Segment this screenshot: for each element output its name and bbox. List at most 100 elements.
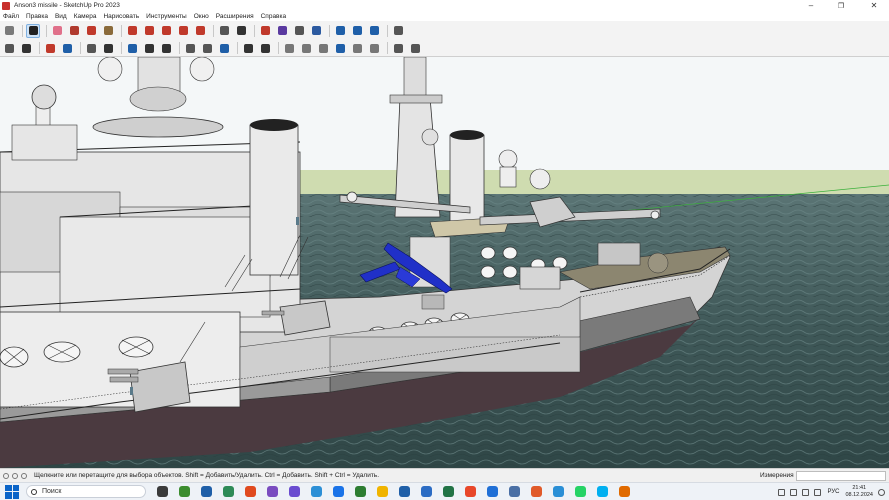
- taskbar-app-12-icon[interactable]: [421, 486, 432, 497]
- taskbar-app-2-icon[interactable]: [201, 486, 212, 497]
- account-tool-button[interactable]: [391, 24, 405, 38]
- pencil-line-tool-button[interactable]: [67, 24, 81, 38]
- taskbar-app-8-icon[interactable]: [333, 486, 344, 497]
- hex-tool-button[interactable]: [316, 41, 330, 55]
- taskbar-app-13-icon[interactable]: [443, 486, 454, 497]
- hex-blue-tool-button[interactable]: [333, 41, 347, 55]
- taskbar-app-14-icon[interactable]: [465, 486, 476, 497]
- language-indicator[interactable]: РУС: [827, 489, 839, 495]
- taskbar-app-1-icon[interactable]: [179, 486, 190, 497]
- sketchup-logo-icon: [2, 1, 10, 10]
- scale-icon: [178, 26, 188, 35]
- taskbar-app-3-icon[interactable]: [223, 486, 234, 497]
- extension-tool-button[interactable]: [350, 24, 364, 38]
- layers-tool-button[interactable]: [159, 41, 173, 55]
- tape-measure-tool-button[interactable]: [217, 24, 231, 38]
- taskbar-app-10-icon[interactable]: [377, 486, 388, 497]
- taskbar-app-21-icon[interactable]: [619, 486, 630, 497]
- line-dots-tool-button[interactable]: [258, 41, 272, 55]
- taskbar-app-5-icon[interactable]: [267, 486, 278, 497]
- settings-gear-tool-button[interactable]: [19, 41, 33, 55]
- model-viewport[interactable]: [0, 57, 889, 468]
- measurements-input[interactable]: [796, 471, 886, 481]
- taskbar-app-7-icon[interactable]: [311, 486, 322, 497]
- windows-start-button[interactable]: [5, 484, 19, 499]
- hex-tool-button[interactable]: [282, 41, 296, 55]
- taskbar-app-6-icon[interactable]: [289, 486, 300, 497]
- geo-location-icon[interactable]: [12, 472, 18, 479]
- hex-tool-button[interactable]: [299, 41, 313, 55]
- close-button[interactable]: ✕: [859, 0, 889, 11]
- clock[interactable]: 21:41 08.12.2024: [845, 485, 873, 499]
- drop-tool-button[interactable]: [125, 41, 139, 55]
- help-circle-icon[interactable]: [21, 472, 27, 479]
- zoom-extents-tool-button[interactable]: [309, 24, 323, 38]
- cloud-sync-tool-button[interactable]: [60, 41, 74, 55]
- notifications-icon[interactable]: [878, 488, 885, 496]
- select-arrow-tool-button[interactable]: [26, 23, 40, 38]
- cloud-tool-button[interactable]: [408, 41, 422, 55]
- taskbar-app-18-icon[interactable]: [553, 486, 564, 497]
- dot-tool-button[interactable]: [241, 41, 255, 55]
- hex-tool-button[interactable]: [350, 41, 364, 55]
- search-placeholder: Поиск: [42, 488, 62, 495]
- menu-item-1[interactable]: Правка: [26, 13, 48, 20]
- menu-item-5[interactable]: Инструменты: [146, 13, 187, 20]
- pan-tool-button[interactable]: [275, 24, 289, 38]
- menu-item-4[interactable]: Нарисовать: [103, 13, 139, 20]
- toolbar-separator: [278, 42, 279, 54]
- taskbar-app-20-icon[interactable]: [597, 486, 608, 497]
- hex-blue-icon: [335, 43, 345, 53]
- info-circle-icon[interactable]: [3, 472, 9, 479]
- taskbar-app-9-icon[interactable]: [355, 486, 366, 497]
- scale-tool-button[interactable]: [176, 24, 190, 38]
- offset-tool-button[interactable]: [193, 24, 207, 38]
- move-tool-button[interactable]: [142, 24, 156, 38]
- taskbar-search[interactable]: Поиск: [26, 485, 146, 498]
- orbit-tool-button[interactable]: [258, 24, 272, 38]
- paint-bucket-tool-button[interactable]: [101, 24, 115, 38]
- menu-item-8[interactable]: Справка: [261, 13, 287, 20]
- zoom-tool-button[interactable]: [292, 24, 306, 38]
- cube-tool-button[interactable]: [84, 41, 98, 55]
- toolbar-separator: [46, 24, 47, 37]
- cube-outline-tool-button[interactable]: [142, 41, 156, 55]
- cloud-upload-tool-button[interactable]: [183, 41, 197, 55]
- rotate-tool-button[interactable]: [159, 24, 173, 38]
- eraser-tool-button[interactable]: [50, 24, 64, 38]
- battery-icon[interactable]: [814, 488, 822, 496]
- cloud-tool-button[interactable]: [391, 41, 405, 55]
- hex-tool-button[interactable]: [367, 41, 381, 55]
- menu-item-2[interactable]: Вид: [55, 13, 67, 20]
- cloud-blue-tool-button[interactable]: [217, 41, 231, 55]
- network-icon[interactable]: [790, 488, 798, 496]
- hatch-tool-button[interactable]: [101, 41, 115, 55]
- menu-item-7[interactable]: Расширения: [216, 13, 254, 20]
- taskbar-app-16-icon[interactable]: [509, 486, 520, 497]
- menu-item-6[interactable]: Окно: [194, 13, 209, 20]
- taskbar-app-0-icon[interactable]: [157, 486, 168, 497]
- menu-item-3[interactable]: Камера: [74, 13, 97, 20]
- taskbar-app-4-icon[interactable]: [245, 486, 256, 497]
- pencil-line-icon: [69, 26, 79, 35]
- taskbar-app-19-icon[interactable]: [575, 486, 586, 497]
- taskbar-app-17-icon[interactable]: [531, 486, 542, 497]
- layout-tool-button[interactable]: [367, 24, 381, 38]
- secondary-toolbar: [0, 40, 889, 57]
- no-entry-tool-button[interactable]: [43, 41, 57, 55]
- push-pull-tool-button[interactable]: [125, 24, 139, 38]
- menu-item-0[interactable]: Файл: [3, 13, 19, 20]
- cloud-download-tool-button[interactable]: [200, 41, 214, 55]
- text-tool-button[interactable]: [234, 24, 248, 38]
- toolbar-separator: [254, 24, 255, 37]
- zoom-search-tool-button[interactable]: [2, 24, 16, 38]
- volume-icon[interactable]: [802, 488, 810, 496]
- warehouse-tool-button[interactable]: [333, 24, 347, 38]
- tray-chevron-icon[interactable]: [778, 488, 786, 496]
- minimize-button[interactable]: –: [796, 0, 826, 11]
- shapes-tool-button[interactable]: [84, 24, 98, 38]
- maximize-button[interactable]: ❐: [826, 0, 856, 11]
- open-folder-tool-button[interactable]: [2, 41, 16, 55]
- taskbar-app-15-icon[interactable]: [487, 486, 498, 497]
- taskbar-app-11-icon[interactable]: [399, 486, 410, 497]
